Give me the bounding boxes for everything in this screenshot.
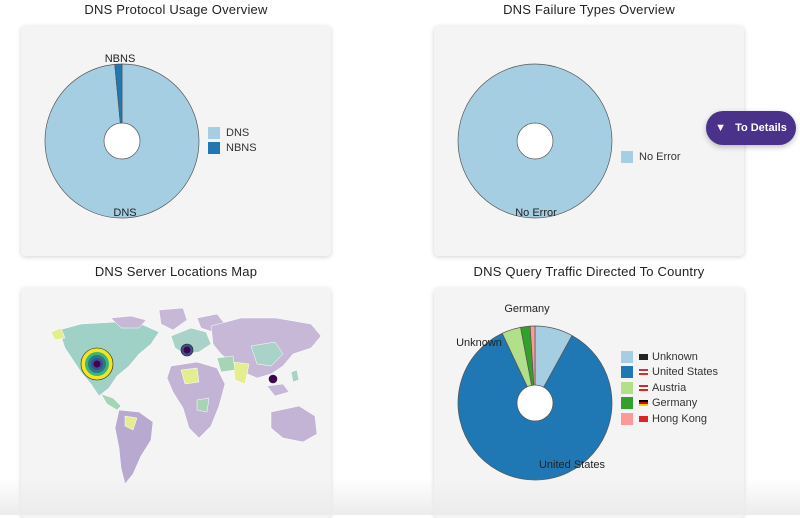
legend-item-unknown[interactable]: Unknown (621, 349, 718, 365)
slice-label-united-states: United States (539, 459, 606, 471)
india-land (232, 361, 250, 385)
protocol-legend: DNS NBNS (208, 125, 257, 156)
legend-item-dns[interactable]: DNS (208, 125, 257, 141)
hong-kong-flag-icon (639, 415, 648, 422)
failure-chart-card: No Error No Error (434, 26, 744, 256)
legend-item-germany[interactable]: Germany (621, 396, 718, 412)
legend-swatch (621, 366, 633, 379)
failure-pie-chart: No Error (457, 63, 613, 219)
pie-center-hole (516, 122, 554, 160)
central-america-land (100, 393, 122, 411)
server-location-marker-core (93, 360, 101, 368)
legend-item-nbns[interactable]: NBNS (208, 141, 257, 157)
legend-label: Germany (652, 397, 698, 410)
legend-swatch (621, 381, 633, 394)
triangle-down-icon: ▼ (715, 122, 727, 134)
protocol-chart-card: DNS NBNS DNS NBNS (21, 26, 331, 256)
legend-swatch (208, 142, 220, 155)
legend-swatch (621, 412, 633, 425)
germany-flag-icon (639, 400, 648, 407)
pirate-flag-icon (639, 353, 648, 360)
traffic-chart-title: DNS Query Traffic Directed To Country (473, 264, 705, 279)
legend-swatch (621, 150, 633, 163)
legend-label: Austria (652, 381, 687, 394)
legend-label: DNS (226, 126, 250, 139)
middle-east-land (216, 355, 236, 373)
slice-label-dns: DNS (113, 207, 136, 219)
server-location-marker-core (183, 346, 191, 354)
failure-chart-title: DNS Failure Types Overview (503, 2, 675, 17)
us-flag-icon (639, 369, 648, 376)
australia-land (270, 405, 318, 443)
central-africa-land (196, 397, 210, 413)
legend-label: United States (652, 366, 719, 379)
protocol-pie-chart: DNS NBNS (44, 53, 200, 219)
slice-label-unknown: Unknown (456, 337, 502, 349)
indonesia-land (266, 383, 290, 397)
slice-label-nbns: NBNS (105, 53, 136, 65)
philippines-land (290, 369, 300, 383)
legend-swatch (208, 126, 220, 139)
legend-swatch (621, 350, 633, 363)
server-location-marker[interactable] (268, 374, 278, 384)
legend-item-united-states[interactable]: United States (621, 365, 718, 381)
legend-label: Hong Kong (652, 412, 708, 425)
slice-label-no-error: No Error (515, 207, 557, 219)
legend-item-no-error[interactable]: No Error (621, 149, 681, 165)
failure-legend: No Error (621, 149, 681, 165)
legend-label: NBNS (226, 142, 257, 155)
traffic-legend: Unknown United States Austria Germany Ho… (621, 349, 718, 427)
legend-label: No Error (639, 150, 681, 163)
map-title: DNS Server Locations Map (94, 264, 258, 279)
legend-label: Unknown (652, 350, 698, 363)
pie-center-hole (516, 384, 554, 422)
legend-item-austria[interactable]: Austria (621, 380, 718, 396)
pie-center-hole (103, 122, 141, 160)
bottom-scroll-fade (0, 478, 800, 515)
austria-flag-icon (639, 384, 648, 391)
legend-item-hong-kong[interactable]: Hong Kong (621, 411, 718, 427)
to-details-button[interactable]: ▼ To Details (706, 111, 796, 145)
legend-swatch (621, 397, 633, 410)
slice-label-germany: Germany (504, 303, 550, 315)
greenland-land (158, 307, 188, 331)
to-details-label: To Details (735, 122, 787, 134)
protocol-chart-title: DNS Protocol Usage Overview (84, 2, 268, 17)
